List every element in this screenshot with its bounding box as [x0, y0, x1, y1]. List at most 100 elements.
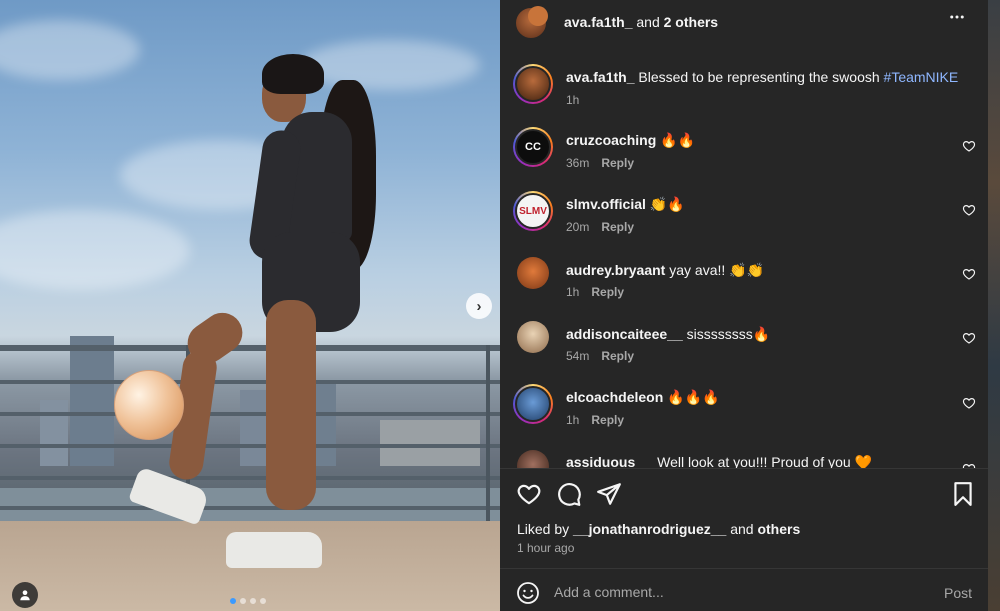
comment-avatar[interactable]: CC [513, 127, 553, 167]
next-slide-button[interactable]: › [466, 293, 492, 319]
reply-button[interactable]: Reply [591, 285, 624, 299]
comment-avatar[interactable] [513, 384, 553, 424]
comment-input[interactable] [554, 579, 914, 605]
comment-meta: 20m Reply [566, 220, 634, 234]
caption-meta: 1h [566, 93, 579, 107]
soccer-ball [114, 370, 184, 440]
like-comment-heart-icon[interactable] [962, 139, 976, 153]
railing-post [486, 345, 490, 545]
comment-avatar[interactable] [517, 321, 549, 353]
city-building [380, 420, 480, 466]
comment-time: 1h [566, 413, 580, 427]
comment-meta: 1h Reply [566, 285, 624, 299]
caption-body: Blessed to be representing the swoosh [638, 69, 880, 85]
like-comment-heart-icon[interactable] [962, 267, 976, 281]
post-actions: Liked by __jonathanrodriguez__ and other… [500, 468, 988, 568]
liked-by-others[interactable]: others [757, 521, 800, 537]
reply-button[interactable]: Reply [601, 349, 634, 363]
comment-username[interactable]: cruzcoaching [566, 132, 656, 148]
comment-time: 54m [566, 349, 590, 363]
liked-by-prefix: Liked by [517, 521, 570, 537]
like-comment-heart-icon[interactable] [962, 331, 976, 345]
comment-text: addisoncaiteee__ sissssssss🔥 [566, 325, 770, 343]
comment-meta: 36m Reply [566, 156, 634, 170]
hashtag-link[interactable]: #TeamNIKE [884, 69, 959, 85]
like-comment-heart-icon[interactable] [962, 396, 976, 410]
caption-avatar[interactable] [513, 64, 553, 104]
comment-time: 36m [566, 156, 590, 170]
railing-bar [0, 380, 500, 384]
tagged-users-button[interactable] [12, 582, 38, 608]
comment-avatar[interactable] [517, 450, 549, 468]
cloud [0, 20, 140, 80]
caption-text: ava.fa1th_ Blessed to be representing th… [566, 68, 958, 86]
post-photo[interactable] [0, 0, 500, 611]
comment-text: elcoachdeleon 🔥🔥🔥 [566, 388, 719, 406]
reply-button[interactable]: Reply [591, 413, 624, 427]
liked-by-user[interactable]: __jonathanrodriguez__ [573, 521, 726, 537]
comment-body: 👏🔥 [649, 196, 685, 212]
collab-avatar[interactable] [528, 6, 548, 26]
user-tag-icon [20, 590, 30, 601]
comment-text: assiduous Well look at you!!! Proud of y… [566, 453, 872, 468]
bookmark-icon[interactable] [950, 481, 976, 507]
comment-username[interactable]: elcoachdeleon [566, 389, 663, 405]
chevron-right-icon: › [476, 297, 482, 315]
liked-by: Liked by __jonathanrodriguez__ and other… [517, 521, 800, 537]
comment-time: 1h [566, 285, 580, 299]
comment-body: yay ava!! 👏👏 [669, 262, 765, 278]
comment-time: 20m [566, 220, 590, 234]
reply-button[interactable]: Reply [601, 156, 634, 170]
comment-body: 🔥🔥🔥 [667, 389, 720, 405]
post-authors: ava.fa1th_ and 2 others [564, 14, 718, 30]
share-icon[interactable] [596, 481, 622, 507]
comment-body: 🔥🔥 [660, 132, 696, 148]
railing-bar [0, 345, 500, 351]
railing-bar [0, 412, 500, 416]
comment-username[interactable]: assiduous [566, 454, 635, 468]
other-authors[interactable]: 2 others [664, 14, 718, 30]
cloud [300, 40, 480, 90]
comment-meta: 54m Reply [566, 349, 634, 363]
post-button[interactable]: Post [944, 585, 972, 601]
comment-body: sissssssss🔥 [686, 326, 771, 342]
player-shoe [226, 532, 322, 568]
comment-meta: 1h Reply [566, 413, 624, 427]
liked-by-and: and [730, 521, 754, 537]
comment-username[interactable]: addisoncaiteee__ [566, 326, 683, 342]
player-hair [262, 54, 324, 94]
railing-bar [0, 476, 500, 480]
slide-indicator [230, 598, 266, 604]
railing-bar [0, 506, 500, 510]
background-edge [988, 0, 1000, 611]
comments-list[interactable]: ava.fa1th_ Blessed to be representing th… [500, 44, 988, 468]
slide-dot [260, 598, 266, 604]
comment-username[interactable]: slmv.official [566, 196, 646, 212]
comment-text: slmv.official 👏🔥 [566, 195, 685, 213]
more-icon [950, 15, 964, 19]
player-leg [266, 300, 316, 510]
comment-body: Well look at you!!! Proud of you 🧡 [657, 454, 872, 468]
comment-username[interactable]: audrey.bryaant [566, 262, 665, 278]
more-options-button[interactable] [948, 8, 966, 32]
caption-time: 1h [566, 93, 580, 107]
cloud [0, 210, 190, 290]
reply-button[interactable]: Reply [601, 220, 634, 234]
add-comment-bar: Post [500, 568, 988, 611]
author-username[interactable]: ava.fa1th_ [564, 14, 632, 30]
caption-username[interactable]: ava.fa1th_ [566, 69, 634, 85]
railing-bar [0, 444, 500, 448]
slide-dot-active [230, 598, 236, 604]
emoji-icon[interactable] [516, 581, 540, 605]
and-text: and [636, 14, 660, 30]
comment-avatar[interactable]: SLMV [513, 191, 553, 231]
post-timestamp[interactable]: 1 hour ago [517, 541, 574, 555]
slide-dot [250, 598, 256, 604]
comment-text: audrey.bryaant yay ava!! 👏👏 [566, 261, 764, 279]
like-comment-heart-icon[interactable] [962, 203, 976, 217]
comment-icon[interactable] [556, 481, 582, 507]
city-building [40, 400, 68, 466]
comment-avatar[interactable] [517, 257, 549, 289]
heart-icon[interactable] [516, 481, 542, 507]
comment-text: cruzcoaching 🔥🔥 [566, 131, 695, 149]
